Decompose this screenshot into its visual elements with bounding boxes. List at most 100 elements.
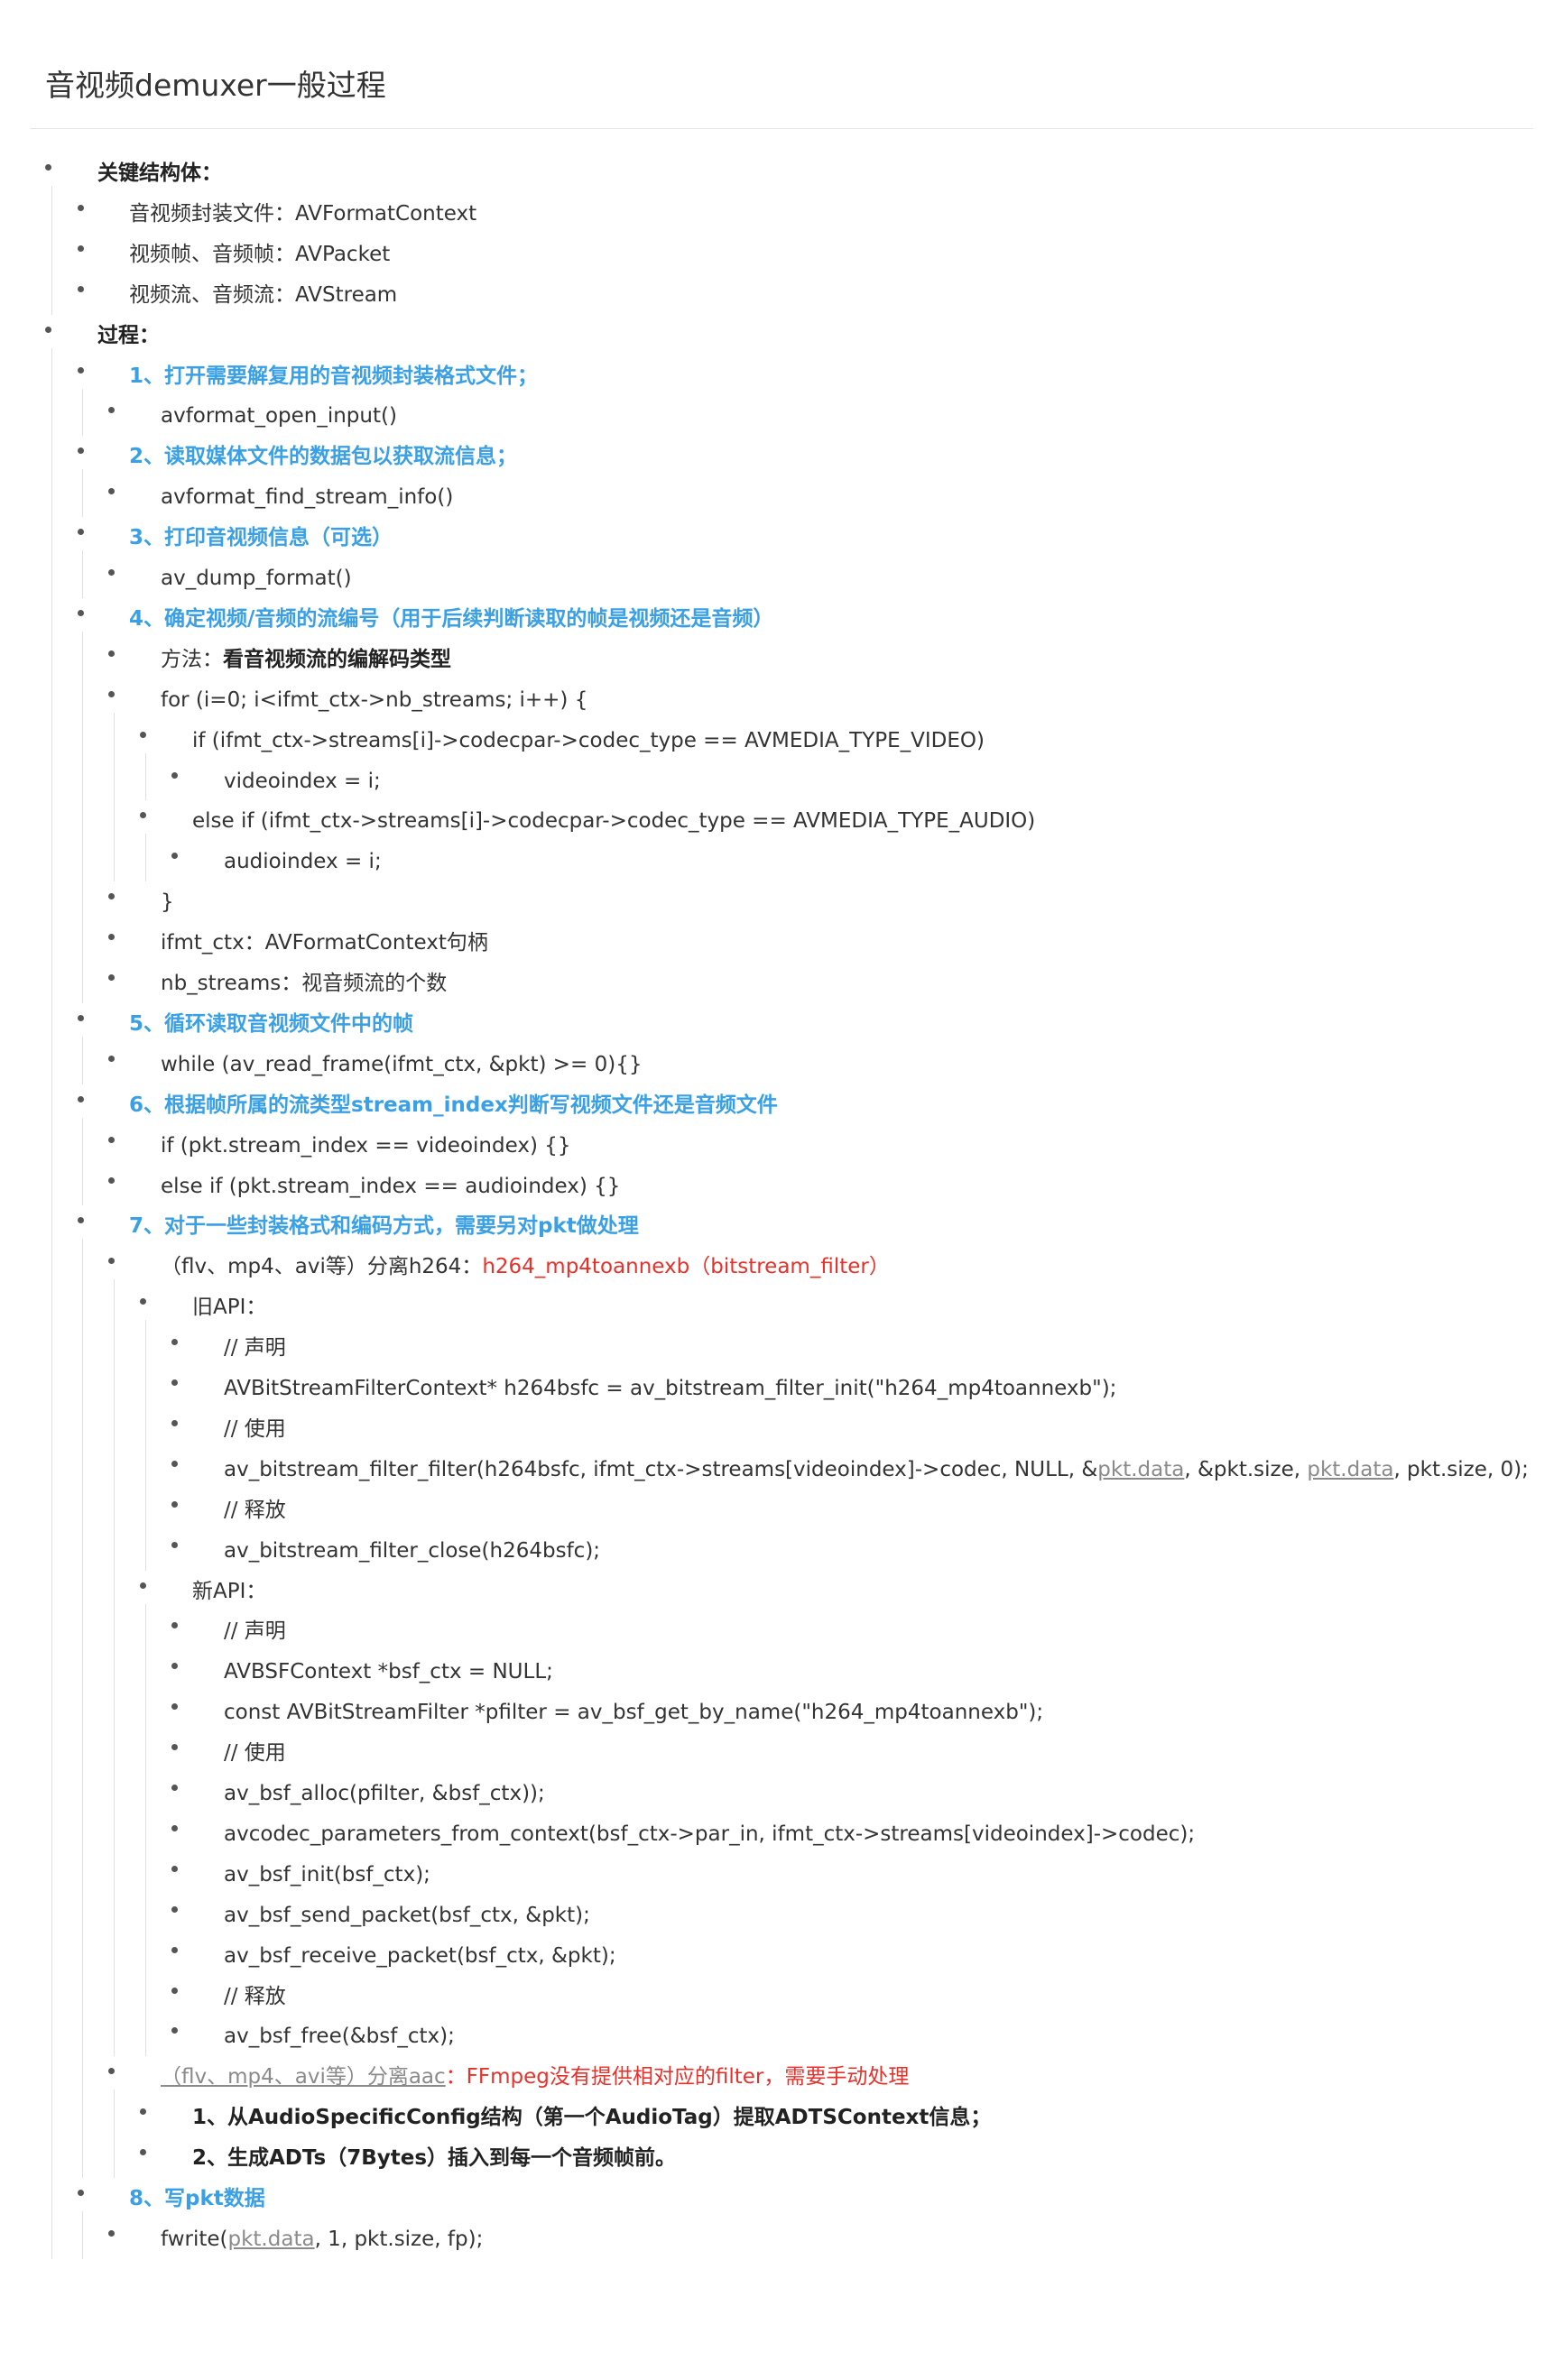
link-text[interactable]: pkt.data (1307, 1458, 1393, 1481)
list-bullet (108, 407, 115, 414)
list-item: （flv、mp4、avi等）分离aac：FFmpeg没有提供相对应的filter… (161, 2062, 909, 2091)
list-item: avformat_find_stream_info() (161, 483, 453, 512)
item-text: AVBitStreamFilterContext* h264bsfc = av_… (224, 1377, 1117, 1400)
indent-guide (145, 1320, 146, 1571)
list-bullet (108, 934, 115, 941)
item-text: const AVBitStreamFilter *pfilter = av_bs… (224, 1701, 1044, 1725)
item-text: ：FFmpeg没有提供相对应的filter，需要手动处理 (445, 2065, 910, 2089)
indent-guide (82, 550, 83, 598)
list-bullet (78, 1014, 84, 1021)
list-item: // 使用 (224, 1739, 286, 1767)
list-item: 过程： (97, 321, 160, 350)
list-bullet (78, 1095, 84, 1102)
item-text: else if (ifmt_ctx->streams[i]->codecpar-… (192, 809, 1036, 834)
indent-guide (145, 1603, 146, 2057)
item-text: audioindex = i; (224, 850, 382, 874)
item-text: while (av_read_frame(ifmt_ctx, &pkt) >= … (161, 1052, 643, 1076)
list-bullet (171, 1541, 178, 1548)
list-item: AVBitStreamFilterContext* h264bsfc = av_… (224, 1374, 1116, 1403)
list-item: 5、循环读取音视频文件中的帧 (129, 1010, 413, 1038)
item-text: 1、打开需要解复用的音视频封装格式文件； (129, 364, 539, 388)
item-text: // 使用 (224, 1741, 286, 1766)
list-item: 8、写pkt数据 (129, 2184, 265, 2213)
item-text: av_bsf_receive_packet(bsf_ctx, &pkt); (224, 1943, 616, 1968)
list-item: fwrite(pkt.data, 1, pkt.size, fp); (161, 2225, 483, 2254)
link-text[interactable]: （flv、mp4、avi等）分离aac (161, 2065, 446, 2089)
item-text: nb_streams：视音频流的个数 (161, 972, 448, 995)
list-bullet (78, 366, 84, 374)
indent-guide (51, 347, 52, 2259)
list-item: 1、打开需要解复用的音视频封装格式文件； (129, 362, 538, 391)
list-item: 视频流、音频流：AVStream (129, 281, 397, 309)
item-text: 旧API： (192, 1296, 267, 1320)
item-text: av_bsf_free(&bsf_ctx); (224, 2025, 455, 2049)
list-bullet (78, 447, 84, 455)
list-bullet (108, 893, 115, 900)
link-text[interactable]: pkt.data (1097, 1458, 1184, 1481)
list-item: 音视频封装文件：AVFormatContext (129, 199, 476, 228)
list-bullet (78, 529, 84, 536)
list-item: // 使用 (224, 1415, 286, 1444)
list-item: avcodec_parameters_from_context(bsf_ctx-… (224, 1820, 1195, 1849)
item-text: 5、循环读取音视频文件中的帧 (129, 1011, 414, 1036)
item-text: 视频流、音频流：AVStream (129, 282, 398, 307)
item-text: h264_mp4toannexb（bitstream_filter） (482, 1255, 890, 1279)
item-text: AVBSFContext *bsf_ctx = NULL; (224, 1660, 553, 1684)
list-bullet (171, 2027, 178, 2034)
list-item: av_bitstream_filter_close(h264bsfc); (224, 1536, 600, 1565)
list-item: // 释放 (224, 1496, 286, 1525)
list-item: 6、根据帧所属的流类型stream_index判断写视频文件还是音频文件 (129, 1091, 778, 1120)
item-text: avformat_find_stream_info() (161, 485, 454, 510)
list-bullet (171, 1500, 178, 1508)
item-text: // 使用 (224, 1416, 286, 1441)
item-text: avcodec_parameters_from_context(bsf_ctx-… (224, 1822, 1196, 1846)
list-bullet (171, 1622, 178, 1629)
list-bullet (78, 609, 84, 616)
item-text: 看音视频流的编解码类型 (223, 647, 451, 671)
indent-guide (51, 186, 52, 315)
list-bullet (171, 1905, 178, 1913)
item-text: 2、读取媒体文件的数据包以获取流信息； (129, 445, 518, 469)
item-text: av_bsf_init(bsf_ctx); (224, 1862, 430, 1886)
item-text: avformat_open_input() (161, 404, 397, 429)
item-text: 过程： (97, 323, 160, 347)
item-text: 音视频封装文件：AVFormatContext (129, 201, 477, 226)
list-bullet (171, 1824, 178, 1831)
list-item: nb_streams：视音频流的个数 (161, 969, 447, 998)
list-item: av_bsf_init(bsf_ctx); (224, 1860, 430, 1889)
indent-guide (145, 834, 146, 882)
list-item: else if (pkt.stream_index == audioindex)… (161, 1172, 620, 1201)
list-bullet (171, 1419, 178, 1426)
list-bullet (171, 771, 178, 779)
list-bullet (108, 1136, 115, 1143)
list-bullet (171, 853, 178, 860)
item-text: } (161, 890, 174, 915)
list-bullet (171, 1379, 178, 1386)
list-bullet (108, 974, 115, 981)
list-bullet (108, 2229, 115, 2237)
list-item: if (ifmt_ctx->streams[i]->codecpar->code… (192, 726, 985, 755)
indent-guide (114, 712, 115, 882)
item-text: 3、打印音视频信息（可选） (129, 526, 393, 550)
indent-guide (82, 2211, 83, 2259)
list-item: 7、对于一些封装格式和编码方式，需要另对pkt做处理 (129, 1212, 639, 1241)
list-item: av_bsf_send_packet(bsf_ctx, &pkt); (224, 1901, 590, 1930)
list-item: 2、读取媒体文件的数据包以获取流信息； (129, 442, 517, 471)
link-text[interactable]: pkt.data (228, 2228, 315, 2251)
item-text: if (ifmt_ctx->streams[i]->codecpar->code… (192, 728, 985, 752)
indent-guide (82, 469, 83, 518)
list-bullet (171, 1703, 178, 1711)
list-item: AVBSFContext *bsf_ctx = NULL; (224, 1657, 553, 1686)
item-text: 方法： (161, 647, 223, 671)
list-item: videoindex = i; (224, 767, 381, 796)
list-item: else if (ifmt_ctx->streams[i]->codecpar-… (192, 807, 1035, 835)
item-text: , 1, pkt.size, fp); (314, 2227, 484, 2251)
item-text: 视频帧、音频帧：AVPacket (129, 242, 391, 266)
list-item: 旧API： (192, 1293, 266, 1322)
indent-guide (82, 1239, 83, 2179)
item-text: 8、写pkt数据 (129, 2187, 265, 2210)
item-text: 4、确定视频/音频的流编号（用于后续判断读取的帧是视频还是音频） (129, 606, 774, 631)
indent-guide (114, 2089, 115, 2179)
item-text: , pkt.size, 0); (1393, 1457, 1529, 1481)
item-text: av_dump_format() (161, 567, 352, 590)
